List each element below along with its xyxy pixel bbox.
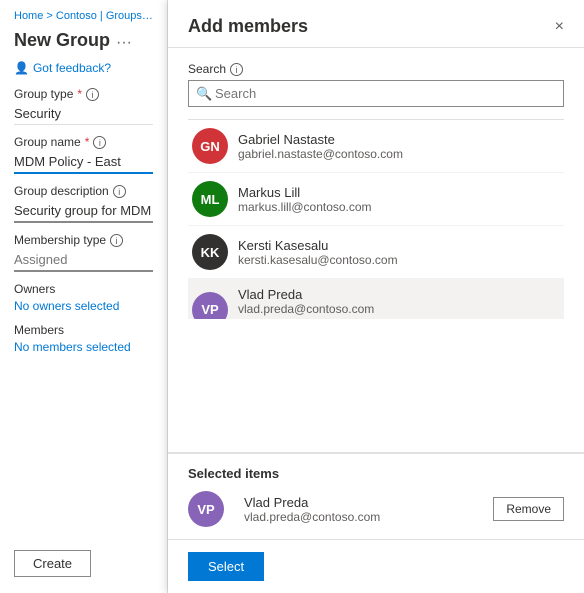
group-type-field: Group type * i Security: [14, 87, 153, 125]
feedback-row[interactable]: 👤 Got feedback?: [14, 61, 153, 75]
search-icon: 🔍: [196, 86, 212, 102]
avatar: ML: [192, 181, 228, 217]
avatar: VP: [188, 491, 224, 527]
owners-field: Owners No owners selected: [14, 282, 153, 313]
selected-item-details: Vlad Preda vlad.preda@contoso.com: [244, 495, 380, 524]
membership-type-input[interactable]: [14, 249, 153, 272]
avatar: KK: [192, 234, 228, 270]
selected-items-list: VP Vlad Preda vlad.preda@contoso.com Rem…: [188, 491, 564, 527]
group-name-field: Group name * i: [14, 135, 153, 174]
selected-label: Selected: [238, 318, 560, 319]
member-name: Kersti Kasesalu: [238, 238, 560, 253]
members-label: Members: [14, 323, 64, 337]
selected-item-info: VP Vlad Preda vlad.preda@contoso.com: [188, 491, 380, 527]
group-name-input[interactable]: [14, 151, 153, 174]
search-input-wrap: 🔍: [188, 80, 564, 107]
feedback-icon: 👤: [14, 61, 29, 75]
membership-type-info-icon[interactable]: i: [110, 234, 123, 247]
membership-type-field: Membership type i: [14, 233, 153, 272]
selected-items-title: Selected items: [188, 466, 564, 481]
member-email: gabriel.nastaste@contoso.com: [238, 147, 560, 161]
group-description-info-icon[interactable]: i: [113, 185, 126, 198]
breadcrumb: Home > Contoso | Groups > Gr: [14, 10, 153, 22]
search-input[interactable]: [188, 80, 564, 107]
member-email: vlad.preda@contoso.com: [238, 302, 560, 316]
member-info: Gabriel Nastaste gabriel.nastaste@contos…: [238, 132, 560, 161]
more-options-icon[interactable]: ···: [116, 34, 132, 52]
required-indicator-2: *: [85, 135, 90, 149]
search-label: Search i: [188, 62, 564, 76]
member-email: markus.lill@contoso.com: [238, 200, 560, 214]
member-name: Gabriel Nastaste: [238, 132, 560, 147]
add-members-dialog: Add members × Search i 🔍 GN Gabriel Nast…: [168, 0, 584, 593]
create-button[interactable]: Create: [14, 550, 91, 577]
group-name-info-icon[interactable]: i: [93, 136, 106, 149]
group-description-input[interactable]: [14, 200, 153, 223]
dialog-title: Add members: [188, 16, 308, 37]
page-title: New Group: [14, 30, 110, 51]
dialog-footer: Select: [168, 539, 584, 593]
owners-link[interactable]: No owners selected: [14, 299, 119, 313]
group-description-label: Group description: [14, 184, 109, 198]
members-link[interactable]: No members selected: [14, 340, 131, 354]
avatar: GN: [192, 128, 228, 164]
list-item[interactable]: KK Kersti Kasesalu kersti.kasesalu@conto…: [188, 226, 564, 279]
group-name-label: Group name: [14, 135, 81, 149]
member-name: Vlad Preda: [238, 287, 560, 302]
avatar: VP: [192, 292, 228, 320]
dialog-header: Add members ×: [168, 0, 584, 48]
selected-item-row: VP Vlad Preda vlad.preda@contoso.com Rem…: [188, 491, 564, 527]
search-info-icon[interactable]: i: [230, 63, 243, 76]
member-list-scroll[interactable]: GN Gabriel Nastaste gabriel.nastaste@con…: [188, 119, 564, 319]
selected-item-email: vlad.preda@contoso.com: [244, 510, 380, 524]
required-indicator: *: [77, 87, 82, 101]
list-item[interactable]: GN Gabriel Nastaste gabriel.nastaste@con…: [188, 120, 564, 173]
member-email: kersti.kasesalu@contoso.com: [238, 253, 560, 267]
selected-item-name: Vlad Preda: [244, 495, 380, 510]
left-panel: Home > Contoso | Groups > Gr New Group ·…: [0, 0, 168, 593]
member-list: GN Gabriel Nastaste gabriel.nastaste@con…: [188, 119, 564, 319]
feedback-label: Got feedback?: [33, 61, 111, 75]
member-info: Kersti Kasesalu kersti.kasesalu@contoso.…: [238, 238, 560, 267]
remove-button[interactable]: Remove: [493, 497, 564, 521]
member-info: Markus Lill markus.lill@contoso.com: [238, 185, 560, 214]
group-type-value: Security: [14, 103, 153, 125]
selected-items-section: Selected items VP Vlad Preda vlad.preda@…: [168, 452, 584, 539]
group-type-info-icon[interactable]: i: [86, 88, 99, 101]
membership-type-label: Membership type: [14, 233, 106, 247]
group-description-field: Group description i: [14, 184, 153, 223]
members-field: Members No members selected: [14, 323, 153, 354]
owners-label: Owners: [14, 282, 55, 296]
list-item[interactable]: ML Markus Lill markus.lill@contoso.com: [188, 173, 564, 226]
member-name: Markus Lill: [238, 185, 560, 200]
group-type-label: Group type: [14, 87, 73, 101]
list-item[interactable]: VP Vlad Preda vlad.preda@contoso.com Sel…: [188, 279, 564, 319]
member-info: Vlad Preda vlad.preda@contoso.com Select…: [238, 287, 560, 319]
close-button[interactable]: ×: [555, 19, 564, 35]
dialog-body: Search i 🔍 GN Gabriel Nastaste gabriel.n…: [168, 48, 584, 452]
select-button[interactable]: Select: [188, 552, 264, 581]
